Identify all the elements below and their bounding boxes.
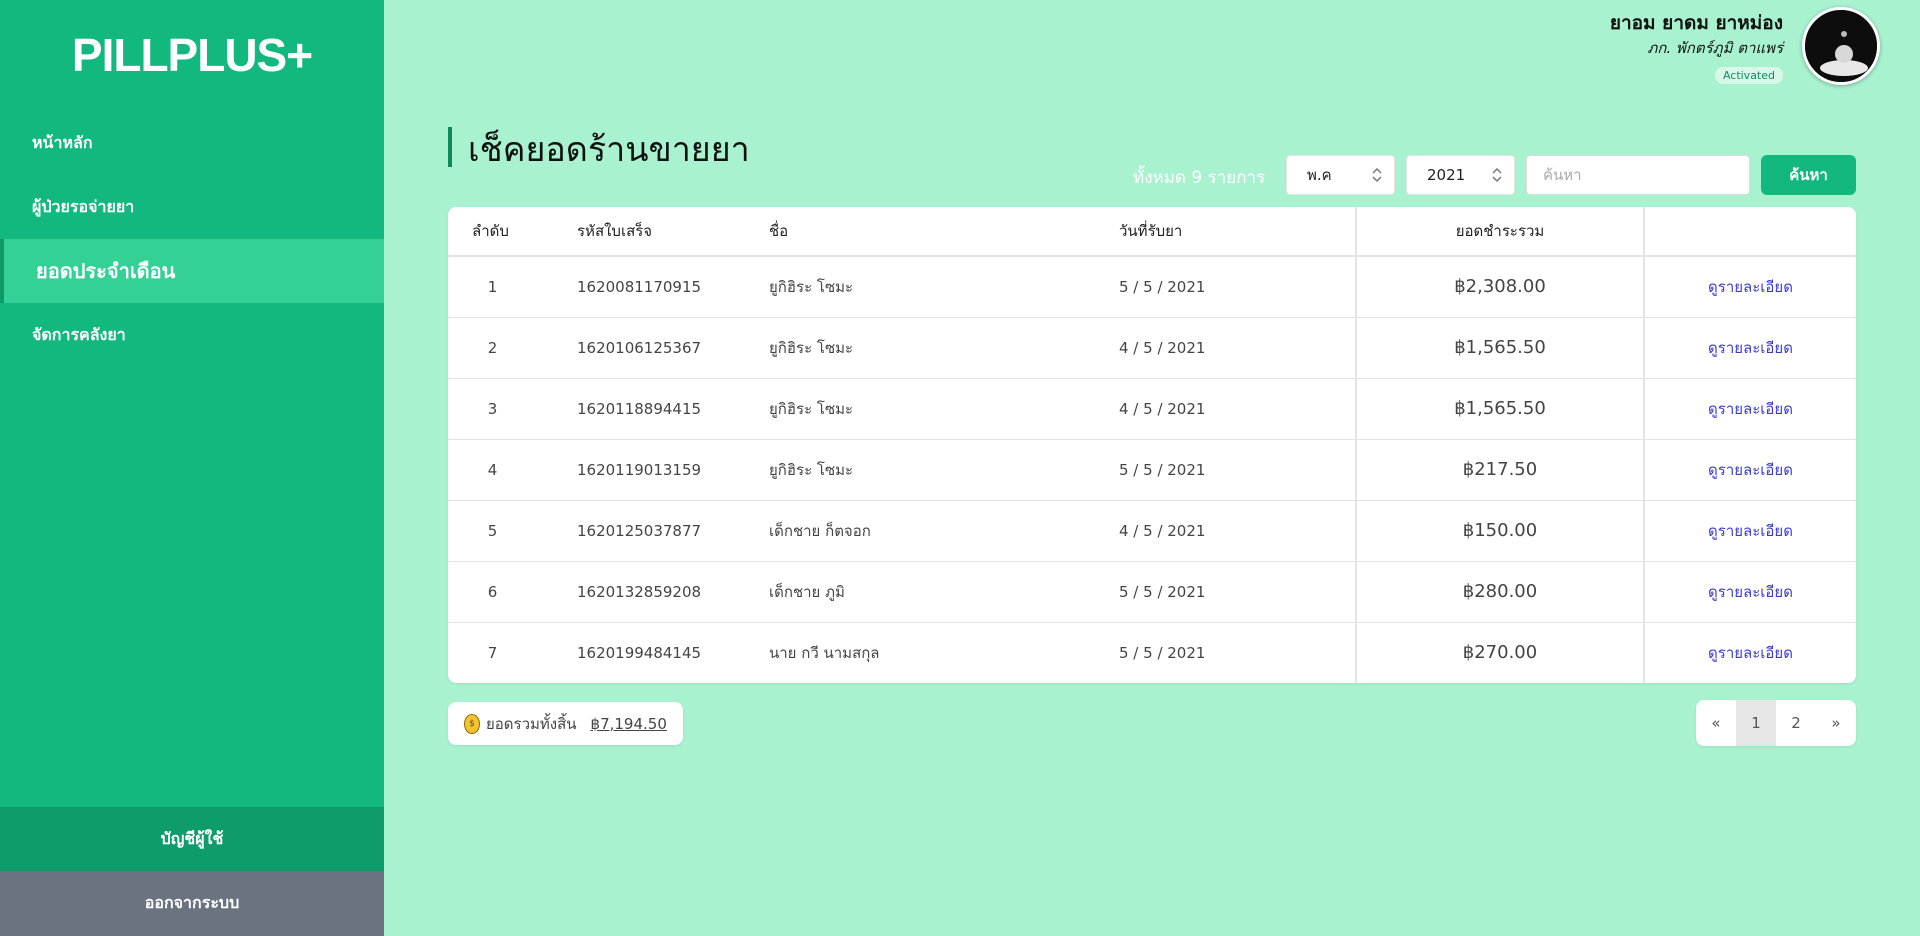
- column-header-amount: ยอดชำระรวม: [1356, 207, 1645, 257]
- grand-total-value: ฿7,194.50: [590, 714, 667, 733]
- table-row: 6 1620132859208 เด็กชาย ภูมิ 5 / 5 / 202…: [448, 561, 1856, 623]
- pagination-prev[interactable]: «: [1696, 700, 1736, 746]
- pagination: « 1 2 »: [1696, 700, 1856, 746]
- column-header-name: ชื่อ: [769, 207, 1119, 257]
- view-details-link[interactable]: ดูรายละเอียด: [1708, 400, 1793, 418]
- cell-index: 4: [448, 439, 577, 501]
- cell-date: 5 / 5 / 2021: [1119, 622, 1357, 683]
- cell-date: 4 / 5 / 2021: [1119, 378, 1357, 440]
- profile-subtitle: ภก. พักตร์ภูมิ ตาแพร่: [1647, 39, 1783, 57]
- view-details-link[interactable]: ดูรายละเอียด: [1708, 644, 1793, 662]
- pagination-next[interactable]: »: [1816, 700, 1856, 746]
- sidebar-item-inventory[interactable]: จัดการคลังยา: [0, 303, 384, 367]
- column-header-index: ลำดับ: [448, 207, 577, 257]
- view-details-link[interactable]: ดูรายละเอียด: [1708, 339, 1793, 357]
- cell-name: ยูกิฮิระ โซมะ: [769, 439, 1119, 501]
- cell-name: ยูกิฮิระ โซมะ: [769, 317, 1119, 379]
- cell-amount: ฿270.00: [1356, 622, 1645, 683]
- cell-amount: ฿1,565.50: [1356, 378, 1645, 440]
- page-title: เช็คยอดร้านขายยา: [468, 130, 750, 170]
- cell-index: 6: [448, 561, 577, 623]
- cell-amount: ฿1,565.50: [1356, 317, 1645, 379]
- view-details-link[interactable]: ดูรายละเอียด: [1708, 461, 1793, 479]
- cell-amount: ฿217.50: [1356, 439, 1645, 501]
- cell-receipt-code: 1620125037877: [577, 500, 769, 562]
- total-count: ทั้งหมด 9 รายการ: [1133, 168, 1266, 188]
- cell-index: 5: [448, 500, 577, 562]
- table-row: 4 1620119013159 ยูกิฮิระ โซมะ 5 / 5 / 20…: [448, 439, 1856, 501]
- pagination-page-2[interactable]: 2: [1776, 700, 1816, 746]
- cell-receipt-code: 1620119013159: [577, 439, 769, 501]
- cell-date: 5 / 5 / 2021: [1119, 561, 1357, 623]
- profile-name: ยาอม ยาดม ยาหม่อง: [1609, 12, 1783, 34]
- cell-index: 2: [448, 317, 577, 379]
- pagination-page-1[interactable]: 1: [1736, 700, 1776, 746]
- receipts-table: ลำดับ รหัสใบเสร็จ ชื่อ วันที่รับยา ยอดชำ…: [448, 207, 1856, 683]
- table-row: 1 1620081170915 ยูกิฮิระ โซมะ 5 / 5 / 20…: [448, 256, 1856, 318]
- table-header-row: ลำดับ รหัสใบเสร็จ ชื่อ วันที่รับยา ยอดชำ…: [448, 207, 1856, 257]
- cell-receipt-code: 1620199484145: [577, 643, 702, 662]
- sidebar: PILLPLUS+ หน้าหลัก ผู้ป่วยรอจ่ายยา ยอดปร…: [0, 0, 384, 936]
- cell-receipt-code: 1620118894415: [577, 378, 769, 440]
- grand-total-label: ยอดรวมทั้งสิ้น: [486, 714, 577, 733]
- view-details-link[interactable]: ดูรายละเอียด: [1708, 583, 1793, 601]
- search-input[interactable]: [1526, 155, 1750, 195]
- avatar[interactable]: [1802, 7, 1880, 85]
- grand-total-summary: $ ยอดรวมทั้งสิ้น ฿7,194.50: [448, 702, 683, 745]
- status-badge: Activated: [1714, 67, 1783, 84]
- cell-index: 1: [448, 256, 577, 318]
- cell-index: 3: [448, 378, 577, 440]
- cell-name: ยูกิฮิระ โซมะ: [769, 256, 1119, 318]
- year-select[interactable]: 2021: [1406, 155, 1515, 195]
- coin-bag-icon: $: [464, 713, 480, 734]
- view-details-link[interactable]: ดูรายละเอียด: [1708, 278, 1793, 296]
- app-logo: PILLPLUS+: [71, 29, 313, 81]
- cell-date: 4 / 5 / 2021: [1119, 317, 1357, 379]
- month-select-value: พ.ค: [1307, 166, 1332, 184]
- cell-name: ยูกิฮิระ โซมะ: [769, 378, 1119, 440]
- column-header-receipt-code: รหัสใบเสร็จ: [577, 207, 769, 257]
- year-select-value: 2021: [1427, 166, 1466, 184]
- cell-date: 5 / 5 / 2021: [1119, 256, 1357, 318]
- cell-receipt-code: 1620106125367: [577, 317, 769, 379]
- sidebar-item-home[interactable]: หน้าหลัก: [0, 111, 384, 175]
- chevron-up-down-icon: [1372, 167, 1382, 183]
- cell-index: 7: [487, 643, 498, 662]
- table-row: 7 1620199484145 นาย กวี นามสกุล 5 / 5 / …: [448, 622, 1856, 683]
- cell-receipt-code: 1620132859208: [577, 561, 769, 623]
- chevron-up-down-icon: [1492, 167, 1502, 183]
- table-row: 2 1620106125367 ยูกิฮิระ โซมะ 4 / 5 / 20…: [448, 317, 1856, 379]
- cell-receipt-code: 1620081170915: [577, 256, 769, 318]
- cell-name: เด็กชาย ภูมิ: [769, 561, 1119, 623]
- month-select[interactable]: พ.ค: [1286, 155, 1395, 195]
- sidebar-item-monthly-total[interactable]: ยอดประจำเดือน: [0, 239, 384, 303]
- cell-amount: ฿150.00: [1356, 500, 1645, 562]
- sidebar-item-waiting-patients[interactable]: ผู้ป่วยรอจ่ายยา: [0, 175, 384, 239]
- cell-amount: ฿280.00: [1356, 561, 1645, 623]
- account-button[interactable]: บัญชีผู้ใช้: [0, 807, 384, 871]
- cell-amount: ฿2,308.00: [1356, 256, 1645, 318]
- view-details-link[interactable]: ดูรายละเอียด: [1708, 522, 1793, 540]
- column-header-action: [1644, 207, 1856, 257]
- cell-name: นาย กวี นามสกุล: [769, 643, 880, 662]
- logout-button[interactable]: ออกจากระบบ: [0, 871, 384, 936]
- table-row: 3 1620118894415 ยูกิฮิระ โซมะ 4 / 5 / 20…: [448, 378, 1856, 440]
- cell-name: เด็กชาย ก็ตจอก: [769, 500, 1119, 562]
- cell-date: 5 / 5 / 2021: [1119, 439, 1357, 501]
- cell-date: 4 / 5 / 2021: [1119, 500, 1357, 562]
- table-row: 5 1620125037877 เด็กชาย ก็ตจอก 4 / 5 / 2…: [448, 500, 1856, 562]
- search-button[interactable]: ค้นหา: [1761, 155, 1856, 195]
- title-accent-bar: [448, 127, 452, 167]
- column-header-date: วันที่รับยา: [1119, 207, 1357, 257]
